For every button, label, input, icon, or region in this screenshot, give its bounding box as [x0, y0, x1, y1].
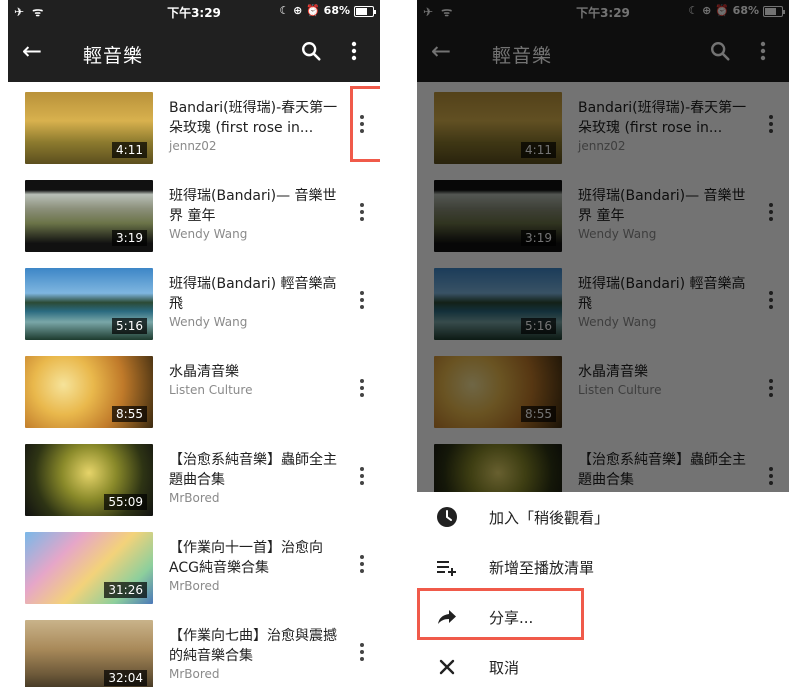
menu-option-cancel[interactable]: 取消	[417, 642, 789, 687]
menu-option-add-to-playlist[interactable]: 新增至播放清單	[417, 542, 789, 592]
video-more-icon[interactable]	[354, 640, 370, 668]
video-item[interactable]: 4:11 Bandari(班得瑞)-春天第一朵玫瑰 (first rose in…	[8, 82, 380, 170]
status-bar: ✈ ᯤ 下午3:29 ☾ ⊕ ⏰ 68%	[8, 0, 380, 22]
video-duration: 8:55	[112, 406, 147, 422]
video-title[interactable]: Bandari(班得瑞)-春天第一朵玫瑰 (first rose in...	[169, 98, 347, 138]
battery-icon	[354, 6, 376, 17]
left-screen: ✈ ᯤ 下午3:29 ☾ ⊕ ⏰ 68% ← 輕音樂 4:11 Bandari(…	[8, 0, 380, 687]
video-item[interactable]: 31:26 【作業向十一首】治愈向ACG純音樂合集 MrBored	[8, 522, 380, 610]
video-more-icon[interactable]	[354, 552, 370, 580]
video-thumbnail[interactable]: 5:16	[25, 268, 153, 340]
menu-option-watch-later[interactable]: 加入「稍後觀看」	[417, 492, 789, 542]
video-title[interactable]: 水晶清音樂	[169, 362, 347, 382]
video-thumbnail[interactable]: 3:19	[25, 180, 153, 252]
video-more-icon[interactable]	[354, 200, 370, 228]
search-icon[interactable]	[300, 40, 322, 62]
video-channel: Wendy Wang	[169, 315, 248, 329]
menu-option-label: 加入「稍後觀看」	[489, 509, 610, 527]
clock-icon	[437, 507, 457, 527]
video-channel: jennz02	[169, 139, 217, 153]
right-screen: ✈ ᯤ 下午3:29 ☾ ⊕ ⏰ 68% ← 輕音樂 4:11 Bandari(…	[417, 0, 789, 687]
video-duration: 32:04	[104, 670, 147, 686]
video-title[interactable]: 班得瑞(Bandari)— 音樂世界 童年	[169, 186, 347, 226]
video-item[interactable]: 3:19 班得瑞(Bandari)— 音樂世界 童年 Wendy Wang	[8, 170, 380, 258]
video-duration: 5:16	[112, 318, 147, 334]
video-thumbnail[interactable]: 31:26	[25, 532, 153, 604]
video-thumbnail[interactable]: 55:09	[25, 444, 153, 516]
video-duration: 55:09	[104, 494, 147, 510]
video-more-icon[interactable]	[354, 376, 370, 404]
video-channel: MrBored	[169, 579, 220, 593]
video-more-icon[interactable]	[354, 288, 370, 316]
video-item[interactable]: 5:16 班得瑞(Bandari) 輕音樂高飛 Wendy Wang	[8, 258, 380, 346]
video-title[interactable]: 【作業向十一首】治愈向ACG純音樂合集	[169, 538, 347, 578]
dim-overlay[interactable]	[417, 0, 789, 492]
video-duration: 4:11	[112, 142, 147, 158]
video-channel: Wendy Wang	[169, 227, 248, 241]
video-channel: MrBored	[169, 667, 220, 681]
video-thumbnail[interactable]: 4:11	[25, 92, 153, 164]
video-item[interactable]: 8:55 水晶清音樂 Listen Culture	[8, 346, 380, 434]
video-title[interactable]: 【作業向七曲】治愈與震撼的純音樂合集	[169, 626, 347, 666]
more-vert-icon[interactable]	[344, 40, 364, 62]
video-thumbnail[interactable]: 8:55	[25, 356, 153, 428]
video-title[interactable]: 班得瑞(Bandari) 輕音樂高飛	[169, 274, 347, 314]
back-arrow-icon[interactable]: ←	[22, 38, 42, 64]
video-list: 4:11 Bandari(班得瑞)-春天第一朵玫瑰 (first rose in…	[8, 82, 380, 687]
video-channel: Listen Culture	[169, 383, 253, 397]
video-item[interactable]: 55:09 【治愈系純音樂】蟲師全主題曲合集 MrBored	[8, 434, 380, 522]
app-bar: ← 輕音樂	[8, 22, 380, 82]
video-channel: MrBored	[169, 491, 220, 505]
video-more-icon[interactable]	[354, 464, 370, 492]
menu-option-label: 取消	[489, 659, 520, 677]
status-right-icons: ☾ ⊕ ⏰ 68%	[279, 4, 350, 17]
video-duration: 31:26	[104, 582, 147, 598]
video-item[interactable]: 32:04 【作業向七曲】治愈與震撼的純音樂合集 MrBored	[8, 610, 380, 687]
close-icon	[439, 659, 455, 675]
video-duration: 3:19	[112, 230, 147, 246]
highlight-share-option	[417, 588, 584, 640]
video-title[interactable]: 【治愈系純音樂】蟲師全主題曲合集	[169, 450, 347, 490]
video-thumbnail[interactable]: 32:04	[25, 620, 153, 687]
page-title: 輕音樂	[83, 45, 144, 67]
highlight-more-button	[350, 86, 380, 162]
menu-option-label: 新增至播放清單	[489, 559, 595, 577]
add-to-playlist-icon	[437, 561, 456, 576]
